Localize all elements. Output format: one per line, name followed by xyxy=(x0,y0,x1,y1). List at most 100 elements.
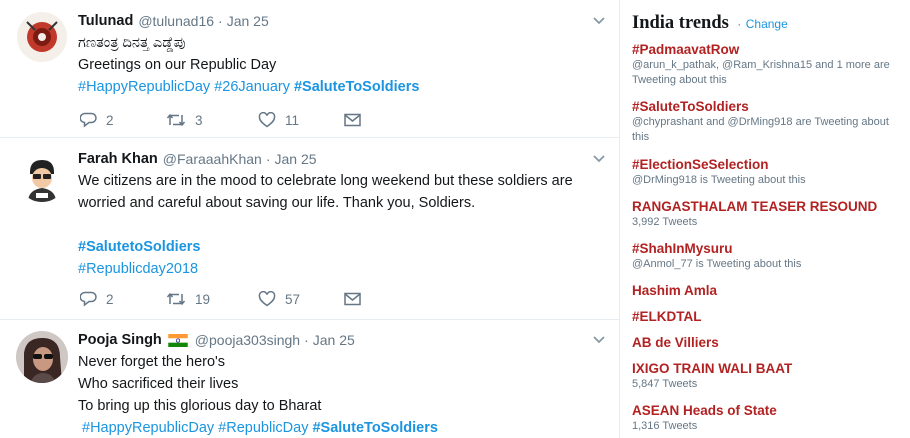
tweet[interactable]: Tulunad @tulunad16 · Jan 25 ಗಣತಂತ್ರ ದಿನತ… xyxy=(0,0,619,138)
chevron-down-icon[interactable] xyxy=(592,333,606,347)
trend-meta: @arun_k_pathak, @Ram_Krishna15 and 1 mor… xyxy=(632,59,890,86)
trend-name: #ShahInMysuru xyxy=(632,241,733,256)
trend-name: Hashim Amla xyxy=(632,283,718,298)
trend-name: ASEAN Heads of State xyxy=(632,403,777,418)
tweet-header: Farah Khan @FaraaahKhan · Jan 25 xyxy=(78,150,608,168)
hashtag-link[interactable]: #Republicday2018 xyxy=(78,261,198,277)
tweet-line: To bring up this glorious day to Bharat xyxy=(78,398,322,414)
separator-dot: · xyxy=(737,17,742,31)
tweet-text: Never forget the hero's Who sacrificed t… xyxy=(78,351,608,438)
like-button[interactable]: 57 xyxy=(258,291,344,307)
trends-title: India trends xyxy=(632,13,729,33)
trend-item[interactable]: #ShahInMysuru @Anmol_77 is Tweeting abou… xyxy=(632,240,902,272)
avatar[interactable] xyxy=(17,152,67,202)
retweet-icon xyxy=(166,292,186,306)
trend-item[interactable]: #SaluteToSoldiers @chyprashant and @DrMi… xyxy=(632,98,902,145)
trend-meta: 5,847 Tweets xyxy=(632,378,698,390)
trend-item[interactable]: #ELKDTAL xyxy=(632,308,902,325)
author-handle[interactable]: @tulunad16 xyxy=(138,12,214,30)
direct-message-button[interactable] xyxy=(344,292,361,306)
author-name[interactable]: Pooja Singh xyxy=(78,331,162,349)
trend-item[interactable]: RANGASTHALAM TEASER RESOUND 3,992 Tweets xyxy=(632,198,902,230)
india-flag-icon xyxy=(168,333,188,347)
trend-meta: @chyprashant and @DrMing918 are Tweeting… xyxy=(632,116,889,143)
hashtag-link[interactable]: #HappyRepublicDay xyxy=(82,420,214,436)
trend-item[interactable]: AB de Villiers xyxy=(632,334,902,351)
separator-dot: · xyxy=(218,13,223,29)
avatar[interactable] xyxy=(16,331,68,383)
trend-item[interactable]: #PadmaavatRow @arun_k_pathak, @Ram_Krish… xyxy=(632,41,902,88)
hashtag-link[interactable]: #SalutetoSoldiers xyxy=(78,239,200,255)
change-trends-link[interactable]: Change xyxy=(746,17,788,31)
hashtag-link[interactable]: #SaluteToSoldiers xyxy=(294,79,419,95)
tweet-header: Pooja Singh @pooja303singh · Jan 25 xyxy=(78,331,608,349)
author-name[interactable]: Farah Khan xyxy=(78,150,158,168)
tweet-timestamp[interactable]: Jan 25 xyxy=(227,12,269,30)
chevron-down-icon[interactable] xyxy=(592,152,606,166)
trend-item[interactable]: ASEAN Heads of State 1,316 Tweets xyxy=(632,402,902,434)
retweet-count: 19 xyxy=(195,291,211,307)
like-count: 57 xyxy=(285,291,301,307)
hashtag-line: #HappyRepublicDay #26January #SaluteToSold… xyxy=(78,76,608,98)
author-handle[interactable]: @FaraaahKhan xyxy=(163,150,262,168)
reply-button[interactable]: 2 xyxy=(80,291,166,307)
like-icon xyxy=(258,291,276,307)
reply-icon xyxy=(80,291,97,307)
message-icon xyxy=(344,292,361,306)
tweet[interactable]: Farah Khan @FaraaahKhan · Jan 25 We citi… xyxy=(0,138,619,320)
like-count: 11 xyxy=(285,112,300,128)
trend-name: #ELKDTAL xyxy=(632,309,702,324)
trend-meta: @DrMing918 is Tweeting about this xyxy=(632,174,806,186)
separator-dot: · xyxy=(304,332,309,348)
trend-meta: @Anmol_77 is Tweeting about this xyxy=(632,258,802,270)
hashtag-line: #HappyRepublicDay #RepublicDay #SaluteToSo… xyxy=(82,417,608,438)
direct-message-button[interactable] xyxy=(344,113,361,127)
avatar[interactable] xyxy=(17,12,67,62)
hashtag-link[interactable]: #SaluteToSoldiers xyxy=(312,420,437,436)
trend-meta: 1,316 Tweets xyxy=(632,420,698,432)
trend-name: #PadmaavatRow xyxy=(632,42,740,57)
tweet-line: We citizens are in the mood to celebrate… xyxy=(78,173,573,189)
hashtag-link[interactable]: #RepublicDay xyxy=(218,420,308,436)
tweet-line: worried and careful about saving our lif… xyxy=(78,195,476,211)
retweet-icon xyxy=(166,113,186,127)
trend-item[interactable]: Hashim Amla xyxy=(632,282,902,299)
trends-header: India trends · Change xyxy=(632,13,788,34)
tweet-line: Who sacrificed their lives xyxy=(78,376,239,392)
tweet-line: Greetings on our Republic Day xyxy=(78,57,277,73)
timeline: Tulunad @tulunad16 · Jan 25 ಗಣತಂತ್ರ ದಿನತ… xyxy=(0,0,620,438)
trend-name: RANGASTHALAM TEASER RESOUND xyxy=(632,199,878,214)
retweet-button[interactable]: 19 xyxy=(166,291,258,307)
reply-count: 2 xyxy=(106,291,114,307)
author-name[interactable]: Tulunad xyxy=(78,12,133,30)
reply-icon xyxy=(80,112,97,128)
tweet-line: ಗಣತಂತ್ರ ದಿನತ್ತ ಎಡ್ಡೆಪು xyxy=(78,35,186,51)
retweet-count: 3 xyxy=(195,112,203,128)
reply-button[interactable]: 2 xyxy=(80,112,166,128)
tweet-text: ಗಣತಂತ್ರ ದಿನತ್ತ ಎಡ್ಡೆಪು Greetings on our … xyxy=(78,32,608,98)
trend-name: #SaluteToSoldiers xyxy=(632,99,749,114)
hashtag-link[interactable]: #26January xyxy=(214,79,290,95)
tweet-text: We citizens are in the mood to celebrate… xyxy=(78,170,608,280)
tweet[interactable]: Pooja Singh @pooja303singh · Jan 25 Neve… xyxy=(0,320,619,438)
hashtag-link[interactable]: #HappyRepublicDay xyxy=(78,79,210,95)
tweet-timestamp[interactable]: Jan 25 xyxy=(313,331,355,349)
like-icon xyxy=(258,112,276,128)
trend-name: #ElectionSeSelection xyxy=(632,157,769,172)
trend-meta: 3,992 Tweets xyxy=(632,216,698,228)
reply-count: 2 xyxy=(106,112,114,128)
trend-name: AB de Villiers xyxy=(632,335,719,350)
trend-item[interactable]: #ElectionSeSelection @DrMing918 is Tweet… xyxy=(632,156,902,188)
tweet-line: Never forget the hero's xyxy=(78,354,226,370)
retweet-button[interactable]: 3 xyxy=(166,112,258,128)
trend-name: IXIGO TRAIN WALI BAAT xyxy=(632,361,793,376)
tweet-header: Tulunad @tulunad16 · Jan 25 xyxy=(78,12,608,30)
chevron-down-icon[interactable] xyxy=(592,14,606,28)
message-icon xyxy=(344,113,361,127)
trend-item[interactable]: IXIGO TRAIN WALI BAAT 5,847 Tweets xyxy=(632,360,902,392)
tweet-timestamp[interactable]: Jan 25 xyxy=(275,150,317,168)
separator-dot: · xyxy=(265,151,271,167)
like-button[interactable]: 11 xyxy=(258,112,344,128)
author-handle[interactable]: @pooja303singh xyxy=(195,331,300,349)
